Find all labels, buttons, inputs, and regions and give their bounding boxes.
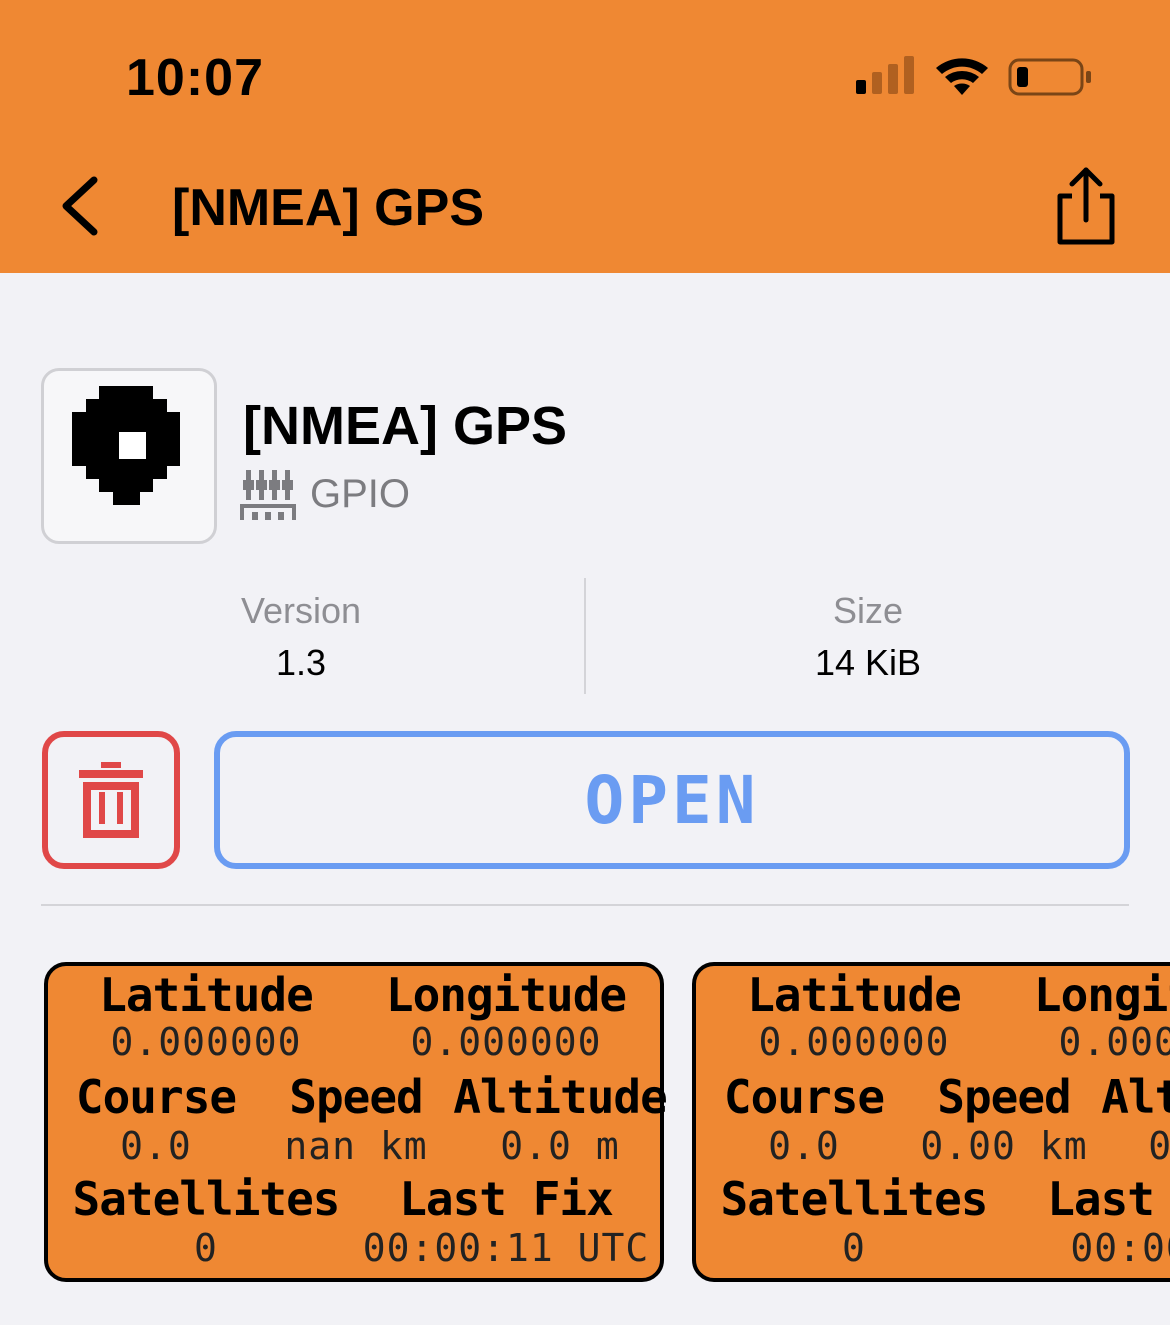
- satellites-label: Satellites: [720, 1172, 989, 1226]
- battery-icon: [1008, 58, 1091, 96]
- course-value: 0.0: [120, 1124, 192, 1168]
- altitude-value: 0.0 m: [1148, 1124, 1170, 1168]
- open-button[interactable]: OPEN: [214, 731, 1130, 869]
- latitude-value: 0.000000: [758, 1020, 950, 1064]
- header: 10:07 [NMEA] GPS: [0, 0, 1170, 273]
- last-fix-label: Last Fix: [1047, 1172, 1170, 1226]
- map-pin-icon: [72, 386, 180, 505]
- course-label: Course: [723, 1070, 885, 1124]
- status-time: 10:07: [126, 49, 264, 107]
- gpio-icon: [240, 470, 296, 520]
- altitude-label: Altitude: [1101, 1070, 1170, 1124]
- latitude-label: Latitude: [99, 968, 314, 1022]
- satellites-label: Satellites: [72, 1172, 341, 1226]
- version-label: Version: [240, 590, 362, 631]
- longitude-value: 0.000000: [410, 1020, 602, 1064]
- open-label: OPEN: [584, 761, 760, 839]
- longitude-label: Longitude: [385, 968, 627, 1022]
- cellular-signal-icon: [856, 56, 914, 94]
- latitude-label: Latitude: [747, 968, 962, 1022]
- version-value: 1.3: [275, 642, 327, 683]
- longitude-value: 0.000000: [1058, 1020, 1170, 1064]
- screenshot-card[interactable]: Latitude 0.000000 Longitude 0.000000 Cou…: [44, 962, 668, 1282]
- wifi-icon: [936, 58, 988, 95]
- course-label: Course: [75, 1070, 237, 1124]
- delete-button[interactable]: [42, 731, 180, 869]
- speed-label: Speed: [937, 1070, 1071, 1124]
- speed-value: nan km: [284, 1124, 428, 1168]
- size-value: 14 KiB: [814, 642, 922, 683]
- app-category: GPIO: [240, 466, 410, 522]
- nav-title: [NMEA] GPS: [172, 179, 484, 237]
- trash-icon: [79, 762, 143, 838]
- satellites-value: 0: [194, 1226, 218, 1270]
- chevron-left-icon[interactable]: [52, 170, 112, 242]
- version-info: Version 1.3: [101, 590, 501, 684]
- altitude-value: 0.0 m: [500, 1124, 620, 1168]
- speed-label: Speed: [289, 1070, 423, 1124]
- latitude-value: 0.000000: [110, 1020, 302, 1064]
- info-divider: [584, 578, 586, 694]
- screenshots-carousel[interactable]: Latitude 0.000000 Longitude 0.000000 Cou…: [0, 960, 1170, 1285]
- altitude-label: Altitude: [453, 1070, 668, 1124]
- size-info: Size 14 KiB: [668, 590, 1068, 684]
- status-icons: [856, 56, 1091, 96]
- app-icon: [41, 368, 217, 544]
- size-label: Size: [832, 590, 904, 631]
- satellites-value: 0: [842, 1226, 866, 1270]
- share-icon[interactable]: [1050, 164, 1122, 248]
- screenshot-card[interactable]: Latitude 0.000000 Longitude 0.000000 Cou…: [692, 962, 1170, 1282]
- course-value: 0.0: [768, 1124, 840, 1168]
- separator: [41, 904, 1129, 906]
- last-fix-value: 00:00:11 UTC: [362, 1226, 650, 1270]
- speed-value: 0.00 km: [920, 1124, 1088, 1168]
- app-name: [NMEA] GPS: [243, 396, 567, 456]
- last-fix-value: 00:00:0: [1070, 1226, 1170, 1270]
- category-label: GPIO: [310, 471, 411, 516]
- longitude-label: Longitude: [1033, 968, 1170, 1022]
- last-fix-label: Last Fix: [399, 1172, 614, 1226]
